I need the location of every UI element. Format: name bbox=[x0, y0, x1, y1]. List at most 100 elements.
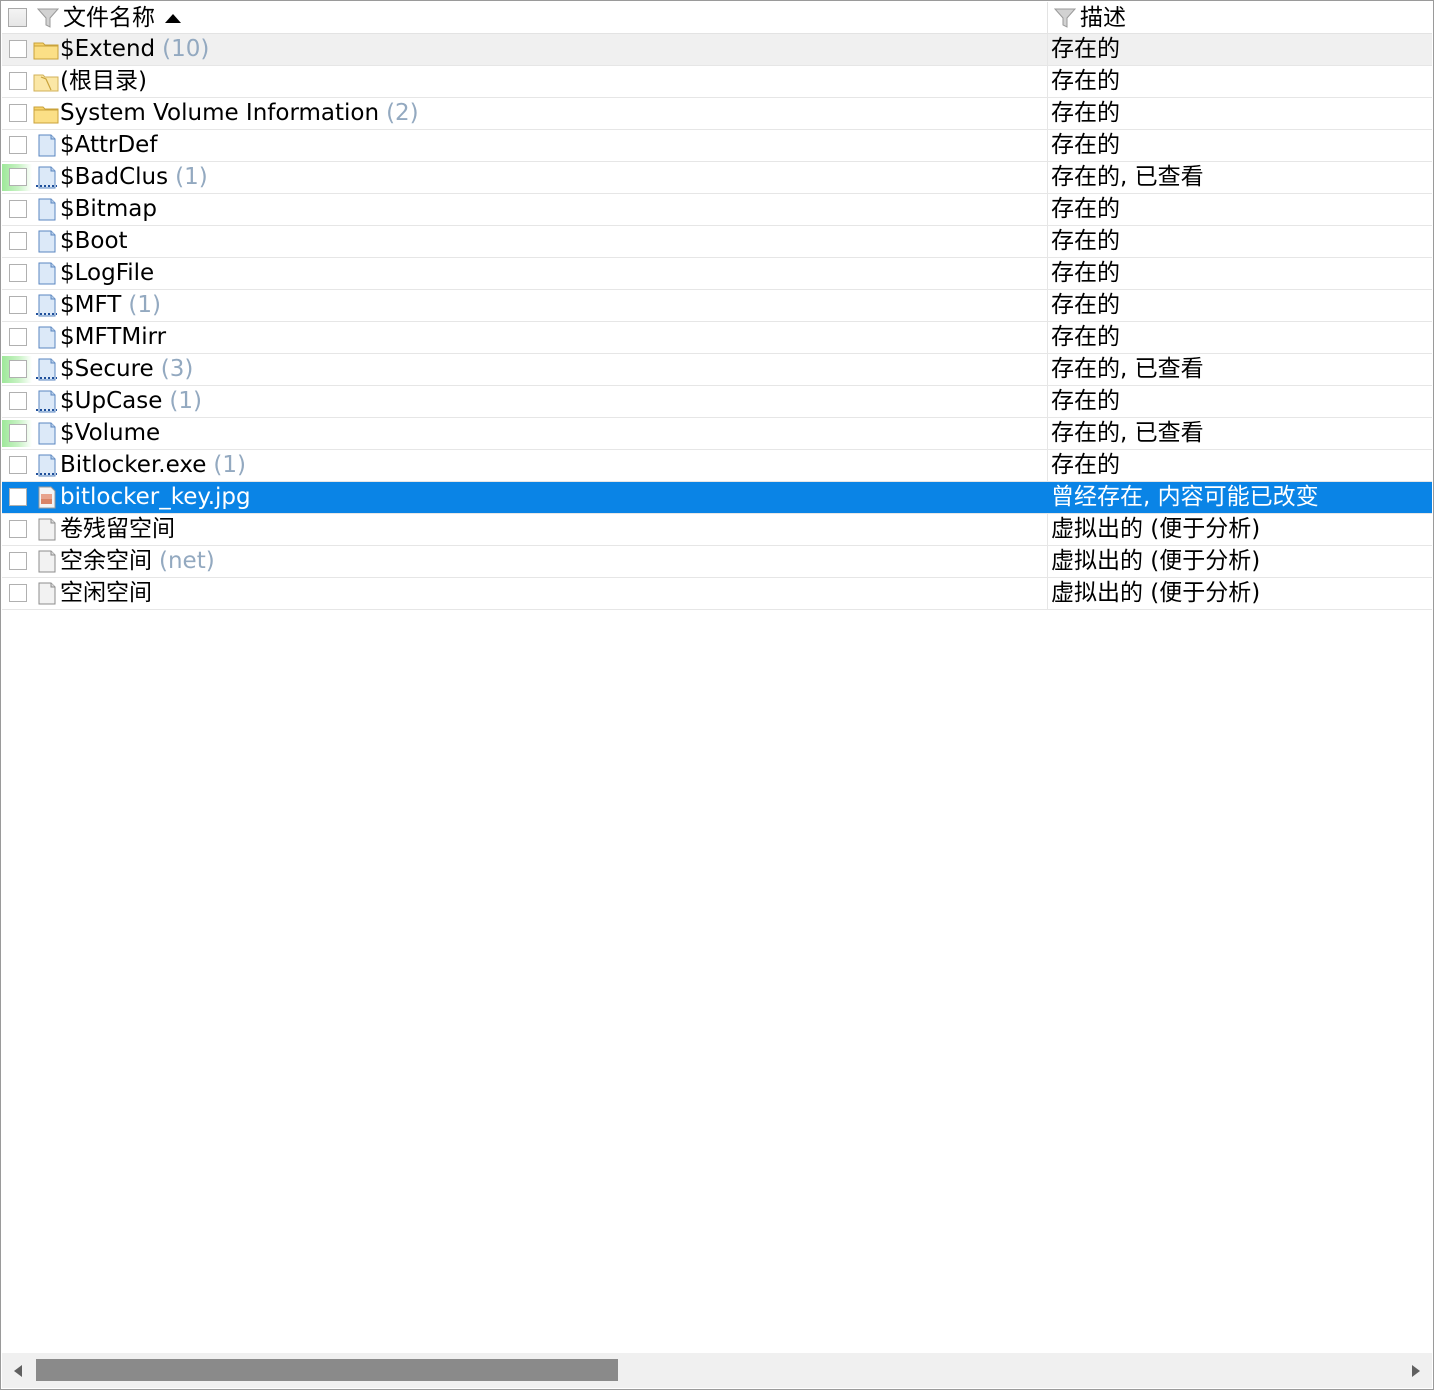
table-row[interactable]: bitlocker_key.jpg 曾经存在, 内容可能已改变 bbox=[2, 482, 1432, 514]
row-checkbox[interactable] bbox=[9, 72, 27, 90]
table-row[interactable]: $Extend (10) 存在的 bbox=[2, 34, 1432, 66]
row-checkbox[interactable] bbox=[9, 520, 27, 538]
row-checkbox[interactable] bbox=[9, 296, 27, 314]
filename-cell[interactable]: 卷残留空间 bbox=[2, 514, 1048, 545]
sort-ascending-icon bbox=[165, 14, 181, 23]
row-checkbox[interactable] bbox=[9, 552, 27, 570]
table-row[interactable]: $MFT (1) 存在的 bbox=[2, 290, 1432, 322]
filename-text: 空余空间 (net) bbox=[60, 546, 215, 577]
file-name: $UpCase bbox=[60, 388, 163, 414]
child-count: (net) bbox=[159, 548, 215, 574]
table-row[interactable]: $Boot 存在的 bbox=[2, 226, 1432, 258]
table-row[interactable]: (根目录) 存在的 bbox=[2, 66, 1432, 98]
row-checkbox[interactable] bbox=[9, 104, 27, 122]
file-name: 卷残留空间 bbox=[60, 516, 175, 542]
table-row[interactable]: $AttrDef 存在的 bbox=[2, 130, 1432, 162]
folder-icon bbox=[33, 101, 59, 125]
filename-text: 卷残留空间 bbox=[60, 514, 175, 545]
filename-cell[interactable]: System Volume Information (2) bbox=[2, 98, 1048, 129]
filename-cell[interactable]: $MFTMirr bbox=[2, 322, 1048, 353]
table-row[interactable]: System Volume Information (2) 存在的 bbox=[2, 98, 1432, 130]
row-checkbox[interactable] bbox=[9, 168, 27, 186]
filename-text: $MFTMirr bbox=[60, 322, 166, 353]
filename-cell[interactable]: $Secure (3) bbox=[2, 354, 1048, 385]
scroll-right-arrow-icon[interactable] bbox=[1412, 1365, 1420, 1377]
table-row[interactable]: $Secure (3) 存在的, 已查看 bbox=[2, 354, 1432, 386]
description-cell: 存在的 bbox=[1051, 196, 1120, 222]
child-count: (1) bbox=[175, 164, 208, 190]
filename-cell[interactable]: bitlocker_key.jpg bbox=[2, 482, 1048, 513]
filename-cell[interactable]: $Volume bbox=[2, 418, 1048, 449]
table-row[interactable]: 卷残留空间 虚拟出的 (便于分析) bbox=[2, 514, 1432, 546]
description-cell: 存在的 bbox=[1051, 388, 1120, 414]
description-cell: 存在的 bbox=[1051, 68, 1120, 94]
description-cell: 存在的, 已查看 bbox=[1051, 164, 1204, 190]
column-header-description[interactable]: 描述 bbox=[1049, 2, 1432, 34]
filename-cell[interactable]: $Bitmap bbox=[2, 194, 1048, 225]
row-checkbox[interactable] bbox=[9, 232, 27, 250]
row-checkbox[interactable] bbox=[9, 392, 27, 410]
filename-cell[interactable]: $Boot bbox=[2, 226, 1048, 257]
row-checkbox[interactable] bbox=[9, 264, 27, 282]
file-name: $AttrDef bbox=[60, 132, 158, 158]
row-checkbox[interactable] bbox=[9, 200, 27, 218]
table-row[interactable]: $MFTMirr 存在的 bbox=[2, 322, 1432, 354]
filename-cell[interactable]: $LogFile bbox=[2, 258, 1048, 289]
row-checkbox[interactable] bbox=[9, 424, 27, 442]
file-with-streams-icon bbox=[33, 453, 59, 477]
filename-text: System Volume Information (2) bbox=[60, 98, 419, 129]
table-row[interactable]: 空闲空间 虚拟出的 (便于分析) bbox=[2, 578, 1432, 610]
column-header-filename[interactable]: 文件名称 bbox=[2, 2, 1048, 34]
row-checkbox[interactable] bbox=[9, 328, 27, 346]
description-cell: 存在的 bbox=[1051, 324, 1120, 350]
file-icon bbox=[33, 229, 59, 253]
row-checkbox[interactable] bbox=[9, 40, 27, 58]
filename-cell[interactable]: 空余空间 (net) bbox=[2, 546, 1048, 577]
filename-cell[interactable]: $UpCase (1) bbox=[2, 386, 1048, 417]
file-rows: $Extend (10) 存在的 (根目录) 存在的 System Volume … bbox=[2, 34, 1432, 610]
row-checkbox[interactable] bbox=[9, 456, 27, 474]
filename-text: $Boot bbox=[60, 226, 128, 257]
filename-cell[interactable]: Bitlocker.exe (1) bbox=[2, 450, 1048, 481]
column-header-bar: 文件名称 描述 bbox=[2, 2, 1432, 34]
table-row[interactable]: $Volume 存在的, 已查看 bbox=[2, 418, 1432, 450]
file-name: $LogFile bbox=[60, 260, 155, 286]
filename-cell[interactable]: $AttrDef bbox=[2, 130, 1048, 161]
table-row[interactable]: $Bitmap 存在的 bbox=[2, 194, 1432, 226]
virtual-file-icon bbox=[33, 549, 59, 573]
filename-text: Bitlocker.exe (1) bbox=[60, 450, 246, 481]
horizontal-scrollbar[interactable] bbox=[2, 1353, 1432, 1388]
filename-cell[interactable]: (根目录) bbox=[2, 66, 1048, 97]
row-checkbox[interactable] bbox=[9, 488, 27, 506]
table-row[interactable]: $LogFile 存在的 bbox=[2, 258, 1432, 290]
table-row[interactable]: $UpCase (1) 存在的 bbox=[2, 386, 1432, 418]
file-name: $MFT bbox=[60, 292, 122, 318]
scrollbar-thumb[interactable] bbox=[36, 1359, 618, 1381]
row-checkbox[interactable] bbox=[9, 360, 27, 378]
filename-cell[interactable]: 空闲空间 bbox=[2, 578, 1048, 609]
description-cell: 存在的 bbox=[1051, 292, 1120, 318]
filename-cell[interactable]: $Extend (10) bbox=[2, 34, 1048, 65]
file-icon bbox=[33, 133, 59, 157]
table-row[interactable]: $BadClus (1) 存在的, 已查看 bbox=[2, 162, 1432, 194]
row-checkbox[interactable] bbox=[9, 136, 27, 154]
description-cell: 存在的, 已查看 bbox=[1051, 356, 1204, 382]
filename-cell[interactable]: $BadClus (1) bbox=[2, 162, 1048, 193]
file-with-streams-icon bbox=[33, 165, 59, 189]
table-row[interactable]: 空余空间 (net) 虚拟出的 (便于分析) bbox=[2, 546, 1432, 578]
filename-text: 空闲空间 bbox=[60, 578, 152, 609]
select-all-checkbox[interactable] bbox=[8, 8, 27, 27]
file-icon bbox=[33, 421, 59, 445]
filename-text: $Secure (3) bbox=[60, 354, 193, 385]
description-cell: 存在的 bbox=[1051, 260, 1120, 286]
filter-icon[interactable] bbox=[36, 6, 60, 30]
file-name: $BadClus bbox=[60, 164, 169, 190]
row-checkbox[interactable] bbox=[9, 584, 27, 602]
filter-icon[interactable] bbox=[1053, 6, 1077, 30]
filename-header-label: 文件名称 bbox=[63, 5, 155, 31]
file-list-view: 文件名称 描述 $Extend (10) 存在的 (根目录) 存在的 Syste… bbox=[0, 0, 1434, 1390]
table-row[interactable]: Bitlocker.exe (1) 存在的 bbox=[2, 450, 1432, 482]
scroll-left-arrow-icon[interactable] bbox=[14, 1365, 22, 1377]
description-cell: 存在的 bbox=[1051, 228, 1120, 254]
filename-cell[interactable]: $MFT (1) bbox=[2, 290, 1048, 321]
